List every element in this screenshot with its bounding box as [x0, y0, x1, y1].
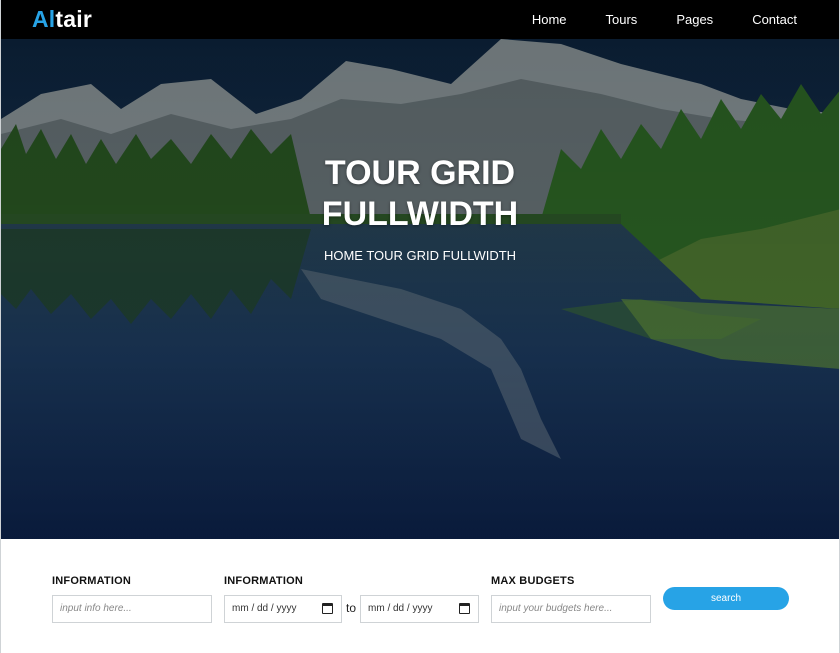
- tour-search-form: INFORMATION input info here... INFORMATI…: [1, 539, 839, 653]
- logo[interactable]: Altair: [32, 6, 92, 33]
- navbar: Altair Home Tours Pages Contact: [1, 0, 839, 39]
- logo-accent: Al: [32, 6, 56, 32]
- date-to-value: mm / dd / yyyy: [368, 603, 433, 614]
- date-range-separator: to: [346, 601, 357, 615]
- hero-banner: TOUR GRID FULLWIDTH HOME TOUR GRID FULLW…: [1, 39, 839, 539]
- page: Altair Home Tours Pages Contact TOUR GRI…: [0, 0, 840, 653]
- nav-contact[interactable]: Contact: [752, 12, 797, 27]
- date-information-label: INFORMATION: [224, 575, 303, 587]
- nav-home[interactable]: Home: [532, 12, 567, 27]
- date-from-value: mm / dd / yyyy: [232, 603, 297, 614]
- calendar-icon[interactable]: [459, 603, 470, 614]
- date-to-input[interactable]: mm / dd / yyyy: [360, 595, 479, 623]
- main-nav: Home Tours Pages Contact: [493, 0, 797, 39]
- search-button[interactable]: search: [663, 587, 789, 610]
- info-input[interactable]: input info here...: [52, 595, 212, 623]
- budget-input[interactable]: input your budgets here...: [491, 595, 651, 623]
- page-title-line-1: TOUR GRID: [324, 154, 516, 192]
- logo-text: tair: [55, 6, 92, 32]
- calendar-icon[interactable]: [322, 603, 333, 614]
- page-title-line-2: FULLWIDTH: [321, 195, 519, 233]
- hero-background-image: [1, 39, 839, 539]
- date-from-input[interactable]: mm / dd / yyyy: [224, 595, 342, 623]
- page-title: TOUR GRID FULLWIDTH: [1, 153, 839, 235]
- nav-pages[interactable]: Pages: [676, 12, 713, 27]
- nav-tours[interactable]: Tours: [606, 12, 638, 27]
- breadcrumb: HOME TOUR GRID FULLWIDTH: [323, 248, 517, 263]
- information-label: INFORMATION: [52, 575, 131, 587]
- max-budgets-label: MAX BUDGETS: [491, 575, 575, 587]
